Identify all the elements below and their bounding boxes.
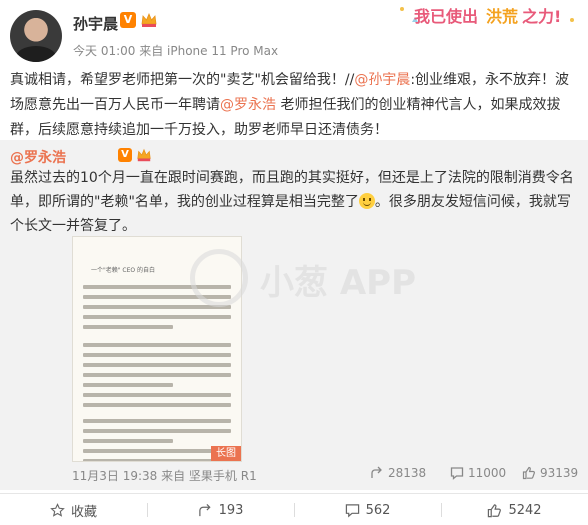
repost-comment-count[interactable]: 11000 bbox=[450, 466, 506, 480]
crown-icon bbox=[141, 12, 157, 27]
doc-text-line bbox=[83, 315, 231, 319]
author-name[interactable]: 孙宇晨 bbox=[73, 13, 118, 34]
like-button[interactable]: 5242 bbox=[441, 494, 588, 525]
avatar[interactable] bbox=[10, 10, 62, 62]
verified-badge: V bbox=[118, 148, 132, 162]
doc-text-line bbox=[83, 429, 231, 433]
mention-link[interactable]: @罗永浩 bbox=[220, 97, 276, 113]
doc-text-line bbox=[83, 353, 231, 357]
banner-text-1: 我已使出 bbox=[414, 7, 479, 26]
post-text-part: 真诚相请，希望罗老师把第一次的"卖艺"机会留给我！// bbox=[10, 72, 355, 88]
favorite-label: 收藏 bbox=[70, 504, 97, 520]
doc-title: 一个"老赖" CEO 的自白 bbox=[91, 267, 156, 274]
doc-text-line bbox=[83, 373, 231, 377]
post-meta: 今天 01:00 来自 iPhone 11 Pro Max bbox=[73, 44, 279, 58]
comment-count: 562 bbox=[365, 502, 391, 518]
share-count: 193 bbox=[218, 502, 244, 518]
like-count: 5242 bbox=[508, 502, 542, 518]
doc-text-line bbox=[83, 325, 173, 329]
decorative-banner: 我已使出 洪荒 之力! bbox=[392, 0, 582, 30]
post-text: 真诚相请，希望罗老师把第一次的"卖艺"机会留给我！//@孙宇晨:创业维艰，永不放… bbox=[10, 68, 580, 143]
action-bar: 收藏 193 562 5242 bbox=[0, 493, 588, 525]
doc-text-line bbox=[83, 383, 173, 387]
watermark-logo-icon bbox=[190, 249, 248, 307]
doc-text-line bbox=[83, 343, 231, 347]
share-count: 28138 bbox=[388, 466, 427, 480]
doc-text-line bbox=[83, 403, 231, 407]
repost-text: 虽然过去的10个月一直在跟时间赛跑，而且跑的其实挺好，但还是上了法院的限制消费令… bbox=[10, 166, 580, 238]
banner-text-2: 洪荒 bbox=[486, 7, 519, 26]
comment-count: 11000 bbox=[468, 466, 507, 480]
doc-text-line bbox=[83, 393, 231, 397]
long-image-badge: 长图 bbox=[211, 446, 241, 461]
watermark: 小葱 APP bbox=[190, 245, 450, 315]
mention-link[interactable]: @孙宇晨 bbox=[354, 72, 410, 88]
repost-share-count[interactable]: 28138 bbox=[370, 466, 426, 480]
watermark-text: 小葱 APP bbox=[260, 263, 416, 303]
like-icon bbox=[488, 503, 502, 517]
repost-footer: 11月3日 19:38 来自 坚果手机 R1 28138 11000 93139 bbox=[0, 463, 588, 487]
banner-text-3: 之力! bbox=[522, 7, 562, 26]
repost-card[interactable]: @罗永浩 V 虽然过去的10个月一直在跟时间赛跑，而且跑的其实挺好，但还是上了法… bbox=[0, 140, 588, 490]
doc-text-line bbox=[83, 363, 231, 367]
doc-text-line bbox=[83, 449, 231, 453]
favorite-button[interactable]: 收藏 bbox=[0, 494, 147, 525]
doc-text-line bbox=[83, 459, 231, 461]
share-button[interactable]: 193 bbox=[147, 494, 294, 525]
crown-icon bbox=[137, 148, 151, 162]
like-count: 93139 bbox=[540, 466, 579, 480]
verified-badge: V bbox=[120, 12, 136, 28]
like-icon bbox=[522, 466, 535, 480]
comment-button[interactable]: 562 bbox=[294, 494, 441, 525]
repost-meta: 11月3日 19:38 来自 坚果手机 R1 bbox=[72, 469, 257, 483]
share-icon bbox=[198, 503, 211, 516]
share-icon bbox=[371, 466, 382, 478]
repost-like-count[interactable]: 93139 bbox=[522, 466, 578, 480]
comment-icon bbox=[345, 503, 359, 517]
comment-icon bbox=[450, 467, 464, 480]
smile-emoji-icon bbox=[358, 193, 375, 209]
repost-user-link[interactable]: @罗永浩 bbox=[10, 147, 66, 167]
star-icon bbox=[50, 502, 65, 517]
doc-text-line bbox=[83, 419, 231, 423]
doc-text-line bbox=[83, 439, 173, 443]
